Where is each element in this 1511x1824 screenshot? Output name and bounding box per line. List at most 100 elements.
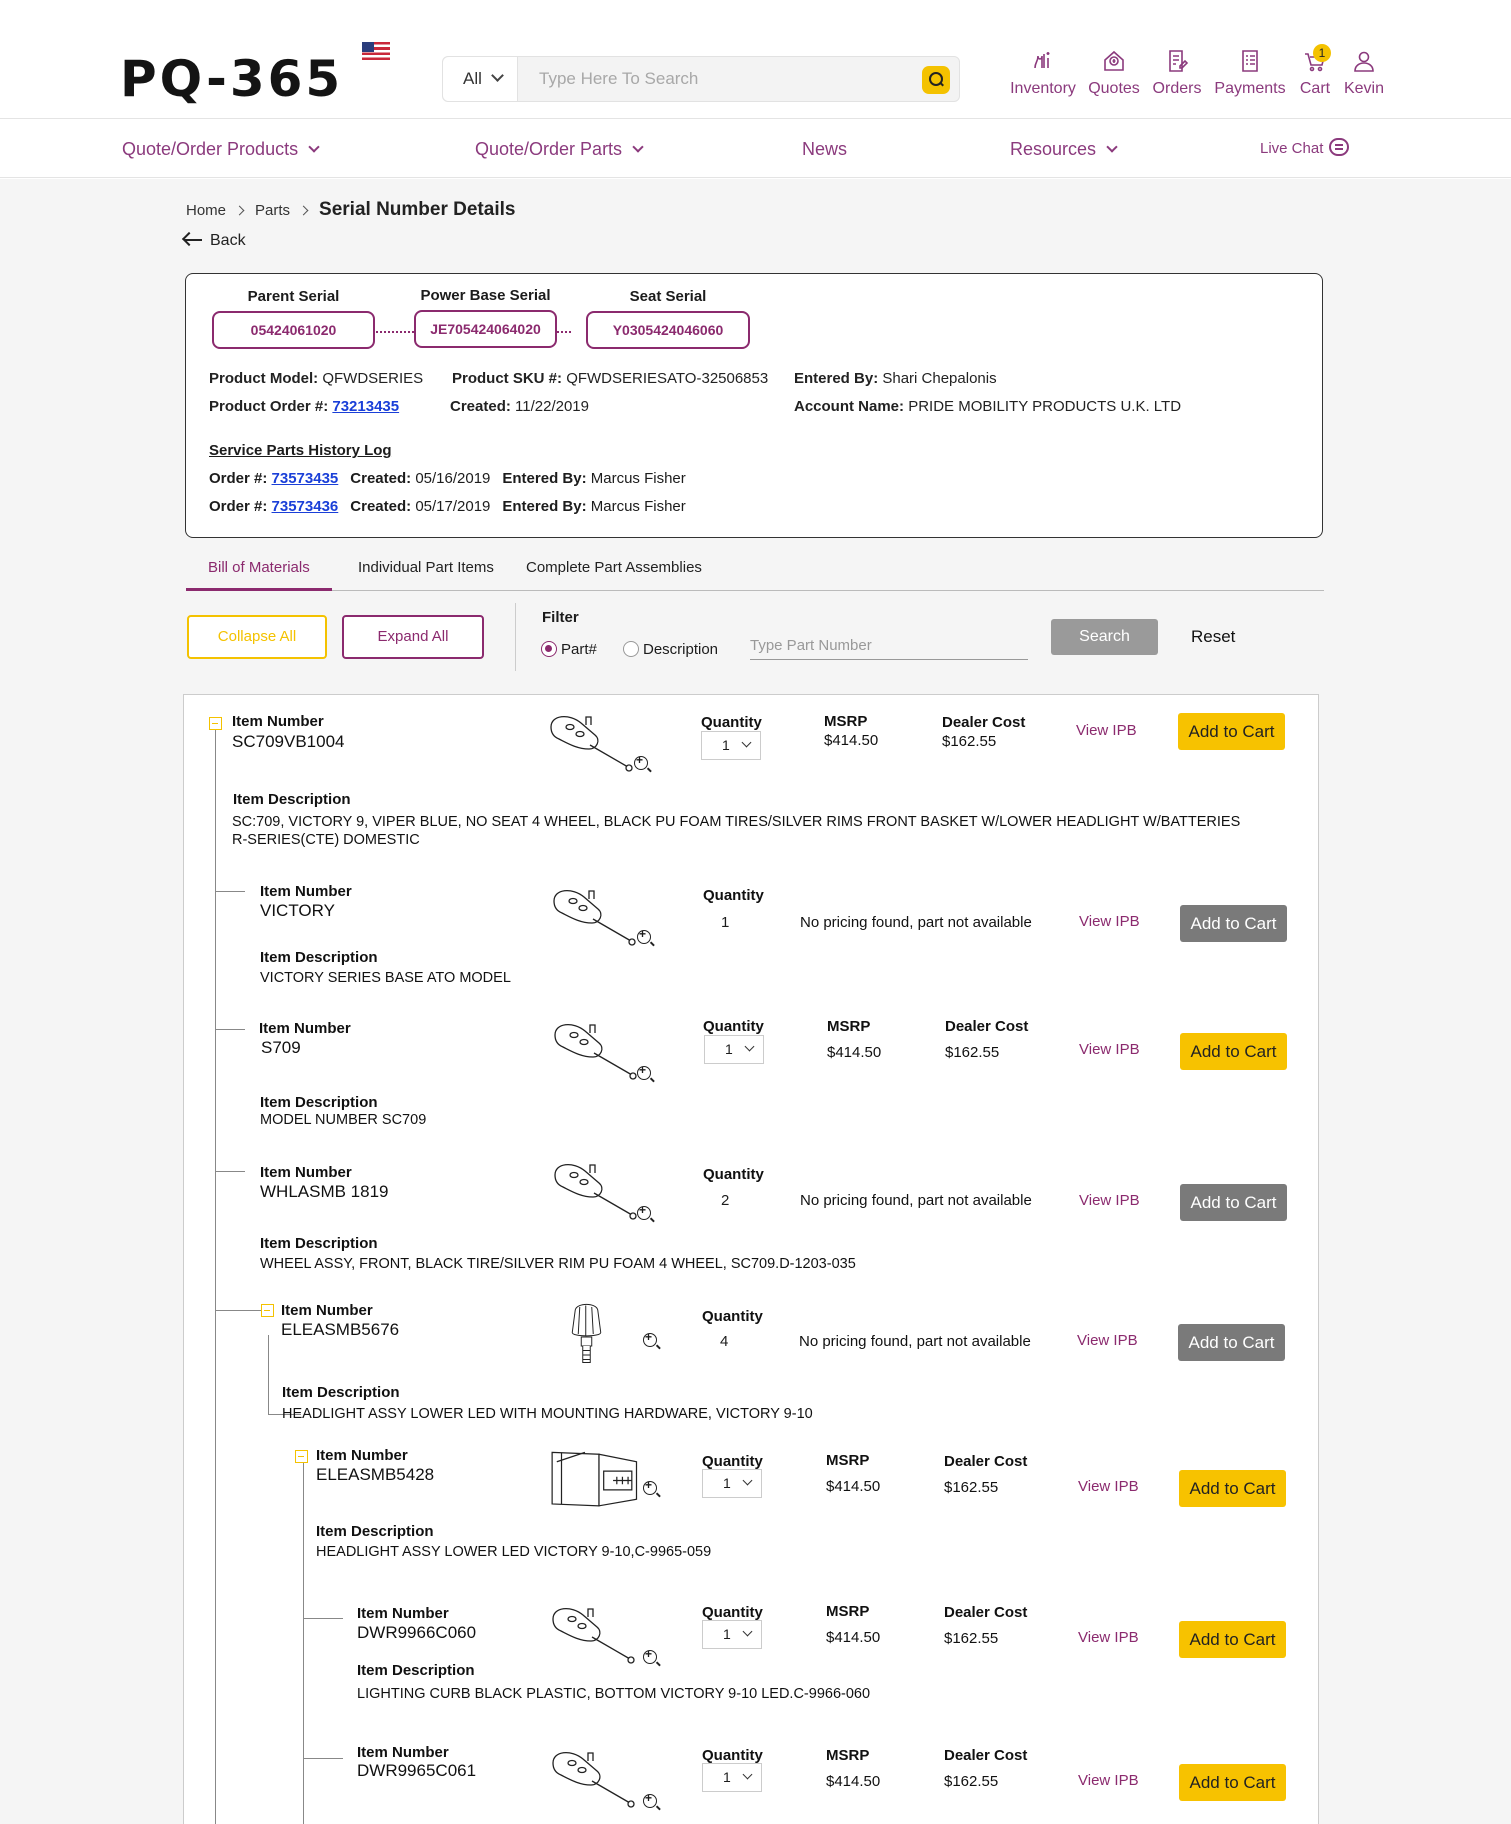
search-category-select[interactable]: All	[443, 57, 518, 101]
history-order-link[interactable]: 73573436	[272, 498, 339, 515]
quantity-value: 1	[722, 737, 730, 753]
zoom-icon[interactable]	[643, 1647, 657, 1664]
search-icon[interactable]	[922, 66, 950, 94]
item-description-value: LIGHTING CURB BLACK PLASTIC, BOTTOM VICT…	[357, 1686, 871, 1702]
zoom-icon[interactable]	[637, 1203, 651, 1220]
history-entered-value: Marcus Fisher	[590, 470, 686, 487]
msrp-value: $414.50	[826, 1773, 881, 1790]
mainnav-resources[interactable]: Resources	[1010, 120, 1118, 178]
mainnav-quote-order-parts[interactable]: Quote/Order Parts	[475, 120, 644, 178]
history-order-link[interactable]: 73573435	[272, 470, 339, 487]
mainnav-quote-order-products[interactable]: Quote/Order Products	[122, 120, 320, 178]
part-thumbnail-image[interactable]	[546, 707, 656, 782]
us-flag-icon[interactable]	[362, 42, 390, 60]
nav-payments[interactable]: Payments	[1214, 48, 1286, 104]
expand-all-button[interactable]: Expand All	[342, 615, 484, 659]
back-link[interactable]: Back	[184, 232, 246, 250]
part-thumbnail-image[interactable]	[548, 1743, 658, 1818]
view-ipb-link[interactable]: View IPB	[1077, 1332, 1138, 1349]
tree-line	[215, 725, 216, 1824]
nav-inventory[interactable]: Inventory	[1010, 48, 1076, 104]
nav-user[interactable]: Kevin	[1342, 48, 1386, 104]
add-to-cart-button[interactable]: Add to Cart	[1180, 1033, 1287, 1070]
tree-line	[215, 1310, 265, 1311]
part-thumbnail-image[interactable]	[549, 881, 659, 956]
zoom-icon[interactable]	[634, 753, 648, 770]
item-number-label: Item Number	[260, 883, 352, 900]
add-to-cart-button[interactable]: Add to Cart	[1179, 1621, 1286, 1658]
page-title: Serial Number Details	[319, 199, 516, 220]
quantity-select[interactable]: 1	[702, 1469, 762, 1498]
account-name: Account Name: PRIDE MOBILITY PRODUCTS U.…	[794, 398, 1181, 415]
product-order-link[interactable]: 73213435	[332, 398, 399, 415]
tab-complete-part-assemblies[interactable]: Complete Part Assemblies	[504, 555, 724, 591]
quantity-select[interactable]: 1	[701, 731, 761, 760]
seat-serial-group: Seat Serial Y0305424046060	[586, 288, 750, 349]
view-ipb-link[interactable]: View IPB	[1078, 1478, 1139, 1495]
filter-search-button[interactable]: Search	[1051, 619, 1158, 655]
collapse-all-button[interactable]: Collapse All	[187, 615, 327, 659]
tab-individual-part-items[interactable]: Individual Part Items	[336, 555, 516, 591]
zoom-icon[interactable]	[637, 1063, 651, 1080]
logo[interactable]: PQ-365	[120, 54, 343, 104]
radio-description[interactable]: Description	[623, 641, 718, 658]
parent-serial-pill[interactable]: 05424061020	[212, 311, 375, 349]
arrow-left-icon	[184, 239, 202, 241]
quantity-select[interactable]: 1	[702, 1620, 762, 1649]
item-number-label: Item Number	[357, 1744, 449, 1761]
item-number-value: DWR9965C061	[357, 1761, 477, 1780]
view-ipb-link[interactable]: View IPB	[1079, 913, 1140, 930]
search-input[interactable]	[523, 57, 903, 101]
bill-of-materials-tree: Item Number SC709VB1004 Quantity 1 MSRP …	[183, 694, 1319, 1824]
item-number-label: Item Number	[259, 1020, 351, 1037]
tree-line	[303, 1618, 343, 1619]
product-created-value: 11/22/2019	[515, 398, 589, 415]
nav-quotes[interactable]: Quotes	[1088, 48, 1140, 104]
breadcrumb: Home Parts Serial Number Details	[186, 199, 515, 221]
add-to-cart-button[interactable]: Add to Cart	[1179, 1764, 1286, 1801]
item-description-value: WHEEL ASSY, FRONT, BLACK TIRE/SILVER RIM…	[260, 1256, 856, 1272]
view-ipb-link[interactable]: View IPB	[1079, 1041, 1140, 1058]
view-ipb-link[interactable]: View IPB	[1078, 1772, 1139, 1789]
live-chat-link[interactable]: Live Chat	[1260, 120, 1350, 178]
collapse-toggle-icon[interactable]	[261, 1304, 274, 1317]
dealer-cost-label: Dealer Cost	[942, 714, 1026, 731]
breadcrumb-home[interactable]: Home	[186, 202, 226, 219]
zoom-icon[interactable]	[643, 1478, 657, 1495]
nav-cart[interactable]: 1 Cart	[1296, 44, 1334, 104]
tree-line	[303, 1460, 304, 1824]
product-order: Product Order #: 73213435	[209, 398, 399, 415]
view-ipb-link[interactable]: View IPB	[1076, 722, 1137, 739]
seat-serial-pill[interactable]: Y0305424046060	[586, 311, 750, 349]
view-ipb-link[interactable]: View IPB	[1079, 1192, 1140, 1209]
product-order-label: Product Order #:	[209, 398, 329, 415]
add-to-cart-button[interactable]: Add to Cart	[1179, 1470, 1286, 1507]
part-thumbnail-image[interactable]	[544, 1443, 654, 1518]
mainnav-news[interactable]: News	[802, 120, 847, 178]
entered-by: Entered By: Shari Chepalonis	[794, 370, 997, 387]
part-thumbnail-image[interactable]	[539, 1295, 649, 1370]
breadcrumb-parts[interactable]: Parts	[255, 202, 290, 219]
add-to-cart-button-disabled[interactable]: Add to Cart	[1180, 905, 1287, 942]
part-number-input[interactable]	[750, 632, 1028, 660]
tab-bill-of-materials[interactable]: Bill of Materials	[186, 555, 332, 591]
add-to-cart-button[interactable]: Add to Cart	[1178, 713, 1285, 750]
zoom-icon[interactable]	[637, 927, 651, 944]
collapse-toggle-icon[interactable]	[295, 1450, 308, 1463]
power-base-serial-pill[interactable]: JE705424064020	[414, 310, 557, 348]
add-to-cart-button-disabled[interactable]: Add to Cart	[1180, 1184, 1287, 1221]
zoom-icon[interactable]	[643, 1791, 657, 1808]
nav-orders[interactable]: Orders	[1152, 48, 1202, 104]
filter-reset-button[interactable]: Reset	[1191, 627, 1235, 647]
part-thumbnail-image[interactable]	[548, 1599, 658, 1674]
view-ipb-link[interactable]: View IPB	[1078, 1629, 1139, 1646]
item-number-value: VICTORY	[260, 901, 335, 920]
collapse-toggle-icon[interactable]	[209, 717, 222, 730]
quantity-select[interactable]: 1	[704, 1035, 764, 1064]
product-created-label: Created:	[450, 398, 511, 415]
radio-part-number[interactable]: Part#	[541, 641, 597, 658]
quantity-select[interactable]: 1	[702, 1763, 762, 1792]
add-to-cart-button-disabled[interactable]: Add to Cart	[1178, 1324, 1285, 1361]
zoom-icon[interactable]	[643, 1330, 657, 1347]
cart-count-badge: 1	[1313, 44, 1331, 62]
